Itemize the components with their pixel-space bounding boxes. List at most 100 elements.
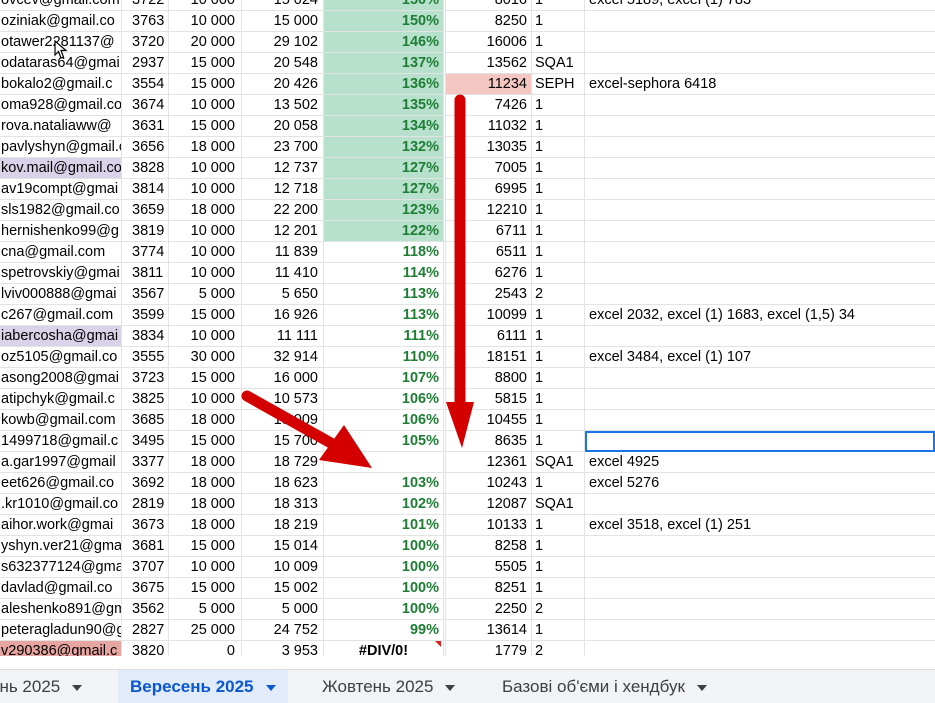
target-cell[interactable]: 20 000 [169, 32, 242, 53]
actual-cell[interactable]: 18 623 [242, 473, 324, 494]
id-cell[interactable]: 3819 [122, 221, 169, 242]
email-cell[interactable]: oziniak@gmail.co [0, 11, 122, 32]
percent-cell[interactable]: 114% [324, 263, 444, 284]
id-cell[interactable]: 2827 [122, 620, 169, 641]
percent-cell[interactable]: 136% [324, 74, 444, 95]
actual-cell[interactable]: 18 219 [242, 515, 324, 536]
email-cell[interactable]: cna@gmail.com [0, 242, 122, 263]
email-cell[interactable]: eet626@gmail.co [0, 473, 122, 494]
target-cell[interactable]: 15 000 [169, 53, 242, 74]
note-cell[interactable]: excel 3484, excel (1) 107 [585, 347, 935, 368]
percent-cell[interactable]: 111% [324, 326, 444, 347]
tag-cell[interactable]: 1 [532, 578, 585, 599]
actual-cell[interactable]: 24 752 [242, 620, 324, 641]
percent-cell[interactable]: 100% [324, 599, 444, 620]
amount-cell[interactable]: 5505 [446, 557, 532, 578]
target-cell[interactable]: 10 000 [169, 0, 242, 11]
amount-cell[interactable]: 6711 [446, 221, 532, 242]
target-cell[interactable]: 10 000 [169, 179, 242, 200]
tag-cell[interactable]: 1 [532, 221, 585, 242]
tag-cell[interactable]: 2 [532, 599, 585, 620]
note-cell[interactable]: excel-sephora 6418 [585, 74, 935, 95]
percent-cell[interactable]: 105% [324, 431, 444, 452]
tag-cell[interactable]: 1 [532, 389, 585, 410]
amount-cell[interactable]: 6511 [446, 242, 532, 263]
actual-cell[interactable]: 11 839 [242, 242, 324, 263]
tag-cell[interactable]: SQA1 [532, 53, 585, 74]
amount-cell[interactable]: 10099 [446, 305, 532, 326]
email-cell[interactable]: bokalo2@gmail.c [0, 74, 122, 95]
id-cell[interactable]: 3567 [122, 284, 169, 305]
percent-cell[interactable]: 100% [324, 557, 444, 578]
note-cell[interactable] [585, 368, 935, 389]
actual-cell[interactable]: 18 729 [242, 452, 324, 473]
target-cell[interactable]: 15 000 [169, 536, 242, 557]
percent-cell[interactable]: 127% [324, 158, 444, 179]
email-cell[interactable]: oz5105@gmail.co [0, 347, 122, 368]
tag-cell[interactable]: 1 [532, 536, 585, 557]
id-cell[interactable]: 2819 [122, 494, 169, 515]
email-cell[interactable]: yshyn.ver21@gmai [0, 536, 122, 557]
actual-cell[interactable]: 15 700 [242, 431, 324, 452]
note-cell[interactable]: excel 2032, excel (1) 1683, excel (1,5) … [585, 305, 935, 326]
amount-cell[interactable]: 18151 [446, 347, 532, 368]
id-cell[interactable]: 3692 [122, 473, 169, 494]
percent-cell[interactable]: 99% [324, 620, 444, 641]
amount-cell[interactable]: 16006 [446, 32, 532, 53]
amount-cell[interactable]: 7005 [446, 158, 532, 179]
id-cell[interactable]: 3674 [122, 95, 169, 116]
actual-cell[interactable]: 32 914 [242, 347, 324, 368]
email-cell[interactable]: spetrovskiy@gmai [0, 263, 122, 284]
email-cell[interactable]: aihor.work@gmai [0, 515, 122, 536]
note-cell[interactable] [585, 557, 935, 578]
actual-cell[interactable]: 10 009 [242, 557, 324, 578]
amount-cell[interactable]: 13035 [446, 137, 532, 158]
note-cell[interactable] [585, 494, 935, 515]
amount-cell[interactable]: 8016 [446, 0, 532, 11]
email-cell[interactable]: asong2008@gmai [0, 368, 122, 389]
note-cell[interactable] [585, 200, 935, 221]
note-cell[interactable] [585, 179, 935, 200]
tag-cell[interactable]: SQA1 [532, 452, 585, 473]
actual-cell[interactable]: 22 200 [242, 200, 324, 221]
actual-cell[interactable]: 16 000 [242, 368, 324, 389]
id-cell[interactable]: 3723 [122, 368, 169, 389]
email-cell[interactable]: v290386@gmail.c [0, 641, 122, 656]
percent-cell[interactable]: 122% [324, 221, 444, 242]
note-cell[interactable] [585, 410, 935, 431]
amount-cell[interactable]: 10243 [446, 473, 532, 494]
id-cell[interactable]: 3811 [122, 263, 169, 284]
amount-cell[interactable]: 8250 [446, 11, 532, 32]
chevron-down-icon[interactable] [72, 684, 83, 691]
target-cell[interactable]: 18 000 [169, 452, 242, 473]
percent-cell[interactable] [324, 452, 444, 473]
id-cell[interactable]: 3825 [122, 389, 169, 410]
percent-cell[interactable]: 137% [324, 53, 444, 74]
target-cell[interactable]: 15 000 [169, 578, 242, 599]
note-cell[interactable] [585, 95, 935, 116]
note-cell[interactable] [585, 599, 935, 620]
actual-cell[interactable]: 5 000 [242, 599, 324, 620]
note-cell[interactable] [585, 641, 935, 656]
target-cell[interactable]: 10 000 [169, 389, 242, 410]
tag-cell[interactable]: 1 [532, 137, 585, 158]
actual-cell[interactable]: 23 700 [242, 137, 324, 158]
note-cell[interactable] [585, 242, 935, 263]
amount-cell[interactable]: 7426 [446, 95, 532, 116]
percent-cell[interactable]: 107% [324, 368, 444, 389]
email-cell[interactable]: davlad@gmail.co [0, 578, 122, 599]
note-cell[interactable] [585, 326, 935, 347]
actual-cell[interactable]: 15 000 [242, 11, 324, 32]
actual-cell[interactable]: 19 009 [242, 410, 324, 431]
tag-cell[interactable]: 1 [532, 200, 585, 221]
id-cell[interactable]: 3763 [122, 11, 169, 32]
note-cell[interactable] [585, 431, 935, 452]
target-cell[interactable]: 10 000 [169, 263, 242, 284]
email-cell[interactable]: aleshenko891@gm [0, 599, 122, 620]
email-cell[interactable]: atipchyk@gmail.c [0, 389, 122, 410]
id-cell[interactable]: 3656 [122, 137, 169, 158]
target-cell[interactable]: 18 000 [169, 137, 242, 158]
percent-cell[interactable]: 123% [324, 200, 444, 221]
id-cell[interactable]: 3834 [122, 326, 169, 347]
tag-cell[interactable]: SEPH [532, 74, 585, 95]
